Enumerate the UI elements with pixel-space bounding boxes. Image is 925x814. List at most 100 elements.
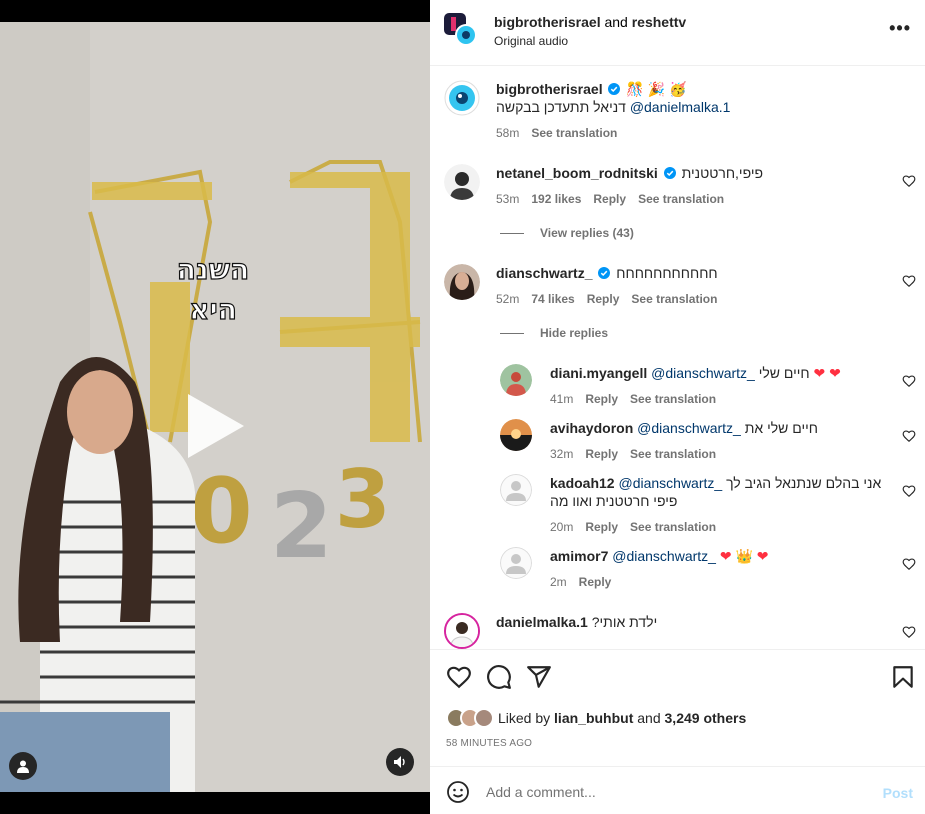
reply-time[interactable]: 32m [550, 445, 573, 463]
see-translation-link[interactable]: See translation [630, 518, 716, 536]
reply-mention[interactable]: @dianschwartz_ [651, 365, 755, 381]
heart-icon[interactable] [902, 174, 916, 188]
verified-icon [608, 83, 621, 95]
avatar[interactable] [500, 547, 532, 579]
avatar[interactable] [500, 364, 532, 396]
reply-time[interactable]: 2m [550, 573, 567, 591]
reply-time[interactable]: 20m [550, 518, 573, 536]
user-tag-icon[interactable] [9, 752, 37, 780]
comment-likes[interactable]: 192 likes [531, 190, 581, 208]
post-timestamp[interactable]: 58 MINUTES AGO [446, 738, 532, 749]
comment-composer: Post [430, 766, 925, 814]
caption-mention[interactable]: @danielmalka.1 [630, 99, 731, 115]
see-translation-link[interactable]: See translation [630, 390, 716, 408]
comment-meta: 52m 74 likes Reply See translation [496, 290, 896, 308]
view-replies-button[interactable]: View replies (43) [500, 226, 634, 240]
see-translation-link[interactable]: See translation [630, 445, 716, 463]
reply-time[interactable]: 41m [550, 390, 573, 408]
reply-username[interactable]: kadoah12 [550, 475, 615, 491]
comment-text: ילדת אותי? [591, 614, 658, 630]
liked-by-user[interactable]: lian_buhbut [554, 710, 633, 726]
comment-body: dianschwartz_ חחחחחחחחחחח 52m 74 likes R… [496, 264, 896, 308]
svg-text:2: 2 [270, 474, 333, 579]
heart-icon[interactable] [902, 484, 916, 498]
like-heart-icon[interactable] [446, 664, 472, 690]
hide-replies-button[interactable]: Hide replies [500, 326, 608, 340]
heart-emoji: ❤ ❤ [813, 365, 841, 381]
verified-icon [598, 267, 611, 279]
avatar[interactable] [444, 613, 480, 649]
reply-body: diani.myangell @dianschwartz_ חיים שלי ❤… [550, 364, 890, 408]
verified-icon [663, 167, 676, 179]
see-translation-link[interactable]: See translation [631, 290, 717, 308]
reply-mention[interactable]: @dianschwartz_ [612, 548, 716, 564]
save-bookmark-icon[interactable] [890, 664, 916, 690]
reply-mention[interactable]: @dianschwartz_ [637, 420, 741, 436]
post-button[interactable]: Post [883, 785, 913, 801]
reply-button[interactable]: Reply [585, 390, 618, 408]
comment-text: חחחחחחחחחחח [616, 265, 718, 281]
reel-video[interactable]: 0 2 3 השנה היא [0, 22, 430, 792]
liked-by-prefix: Liked by [498, 710, 551, 726]
more-options-icon[interactable]: ••• [889, 18, 911, 39]
heart-icon[interactable] [902, 429, 916, 443]
media-pane: 0 2 3 השנה היא [0, 0, 430, 814]
share-icon[interactable] [526, 664, 552, 690]
liker-avatars[interactable] [446, 708, 494, 728]
emoji-reaction: ❤ 👑 ❤ [719, 548, 769, 564]
reply-username[interactable]: avihaydoron [550, 420, 633, 436]
speaker-icon[interactable] [386, 748, 414, 776]
reply-username[interactable]: amimor7 [550, 548, 608, 564]
comments-list[interactable]: bigbrotherisrael 🎊 🎉 🥳 דניאל תתעדכן בבקש… [430, 66, 925, 649]
svg-text:0: 0 [190, 459, 253, 564]
liked-by-row: Liked by lian_buhbut and 3,249 others [446, 708, 746, 728]
avatar[interactable] [500, 419, 532, 451]
avatar[interactable] [500, 474, 532, 506]
reply-text: אני בהלם שנתנאל הגיב לך [726, 475, 882, 491]
comment-icon[interactable] [486, 664, 512, 690]
comment-username[interactable]: danielmalka.1 [496, 614, 588, 630]
heart-icon[interactable] [902, 557, 916, 571]
avatar[interactable] [444, 164, 480, 200]
likes-count[interactable]: 3,249 others [665, 710, 747, 726]
caption-meta: 58m See translation [496, 124, 896, 142]
see-translation-link[interactable]: See translation [638, 190, 724, 208]
avatar[interactable] [444, 80, 480, 116]
avatar[interactable] [444, 264, 480, 300]
author-joiner: and [604, 14, 628, 30]
comment-username[interactable]: netanel_boom_rodnitski [496, 165, 658, 181]
heart-icon[interactable] [902, 374, 916, 388]
comment-time[interactable]: 52m [496, 290, 519, 308]
post-panel: bigbrotherisrael and reshettv Original a… [430, 0, 925, 814]
video-overlay-text: השנה היא [176, 252, 250, 326]
reply-body: kadoah12 @dianschwartz_ אני בהלם שנתנאל … [550, 474, 890, 536]
reply-button[interactable]: Reply [579, 573, 612, 591]
reply-button[interactable]: Reply [585, 518, 618, 536]
comment-input[interactable] [486, 779, 866, 805]
reply-text: חיים שלי [758, 365, 810, 381]
emoji-icon[interactable] [446, 780, 470, 804]
reply-body: avihaydoron @dianschwartz_ חיים שלי את 3… [550, 419, 890, 463]
heart-icon[interactable] [902, 274, 916, 288]
comment-username[interactable]: dianschwartz_ [496, 265, 592, 281]
reply-mention[interactable]: @dianschwartz_ [618, 475, 722, 491]
reply-body: amimor7 @dianschwartz_ ❤ 👑 ❤ 2m Reply [550, 547, 890, 591]
reply-username[interactable]: diani.myangell [550, 365, 647, 381]
caption-username[interactable]: bigbrotherisrael [496, 81, 603, 97]
coauthor-username[interactable]: reshettv [632, 14, 686, 30]
heart-icon[interactable] [902, 625, 916, 639]
coauthor-avatar[interactable] [444, 13, 478, 47]
reply-meta: 41m Reply See translation [550, 390, 890, 408]
author-username[interactable]: bigbrotherisrael [494, 14, 601, 30]
caption-time[interactable]: 58m [496, 124, 519, 142]
comment-time[interactable]: 53m [496, 190, 519, 208]
caption-emojis: 🎊 🎉 🥳 [626, 81, 687, 97]
caption-body: bigbrotherisrael 🎊 🎉 🥳 דניאל תתעדכן בבקש… [496, 80, 896, 142]
reply-button[interactable]: Reply [593, 190, 626, 208]
play-icon[interactable] [184, 390, 248, 462]
reply-button[interactable]: Reply [587, 290, 620, 308]
see-translation-link[interactable]: See translation [531, 124, 617, 142]
audio-link[interactable]: Original audio [494, 34, 568, 48]
comment-likes[interactable]: 74 likes [531, 290, 574, 308]
reply-button[interactable]: Reply [585, 445, 618, 463]
